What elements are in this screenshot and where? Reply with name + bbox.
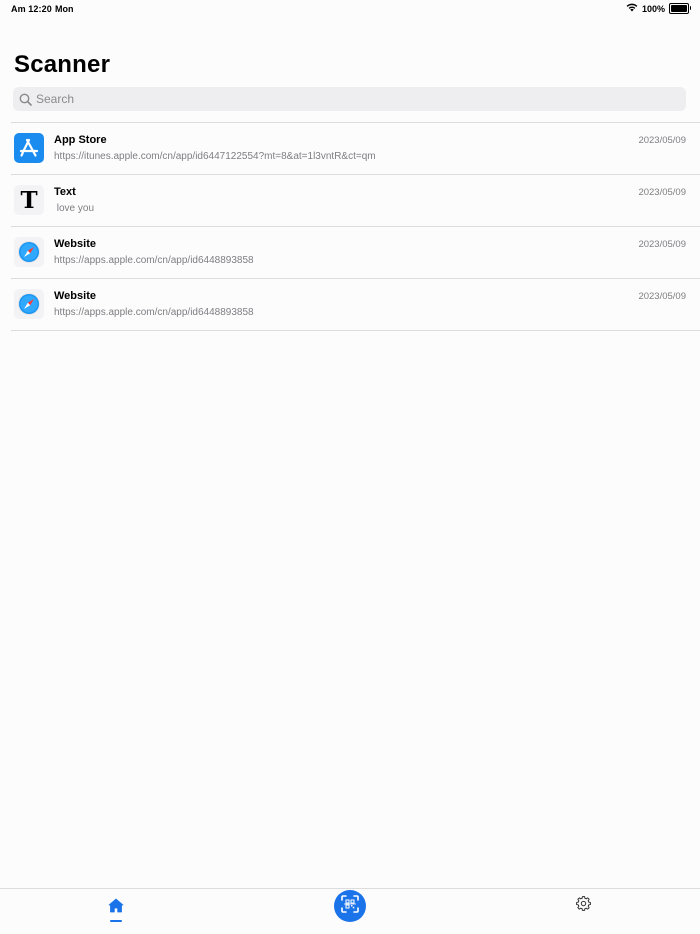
- safari-icon: [14, 237, 44, 267]
- battery-icon: [669, 3, 691, 14]
- list-item[interactable]: Website https://apps.apple.com/cn/app/id…: [11, 279, 700, 331]
- safari-icon: [14, 289, 44, 319]
- status-bar: Am 12:20 Mon 100%: [0, 0, 700, 20]
- search-bar[interactable]: [13, 87, 686, 111]
- wifi-icon: [626, 3, 638, 14]
- item-title: App Store: [54, 134, 107, 146]
- tab-home[interactable]: [104, 898, 128, 922]
- home-icon: [108, 898, 124, 918]
- item-date: 2023/05/09: [638, 135, 686, 146]
- item-title: Website: [54, 290, 96, 302]
- list-item[interactable]: T Text love you 2023/05/09: [11, 175, 700, 227]
- item-url: https://itunes.apple.com/cn/app/id644712…: [54, 151, 376, 162]
- tab-settings[interactable]: [575, 896, 591, 916]
- tab-bar: [0, 888, 700, 934]
- item-date: 2023/05/09: [638, 291, 686, 302]
- item-content: love you: [54, 203, 95, 214]
- selected-tab-indicator: [110, 920, 122, 922]
- list-item[interactable]: Website https://apps.apple.com/cn/app/id…: [11, 227, 700, 279]
- item-date: 2023/05/09: [638, 239, 686, 250]
- item-url: https://apps.apple.com/cn/app/id64488938…: [54, 307, 254, 318]
- item-date: 2023/05/09: [638, 187, 686, 198]
- search-input[interactable]: [36, 92, 636, 106]
- scanner-screen: Am 12:20 Mon 100% Scanner Search App Sto…: [0, 0, 700, 934]
- text-icon: T: [14, 185, 44, 215]
- status-time: Am 12:20: [11, 4, 52, 14]
- gear-icon: [575, 896, 591, 916]
- list-item[interactable]: App Store https://itunes.apple.com/cn/ap…: [11, 123, 700, 175]
- status-indicators: 100%: [626, 3, 691, 14]
- item-url: https://apps.apple.com/cn/app/id64488938…: [54, 255, 254, 266]
- history-list: App Store https://itunes.apple.com/cn/ap…: [11, 122, 700, 331]
- battery-percent: 100%: [641, 3, 665, 14]
- scan-button[interactable]: [334, 890, 366, 922]
- qr-scan-icon: [341, 894, 359, 918]
- item-title: Text: [54, 186, 76, 198]
- app-store-icon: [14, 133, 44, 163]
- item-title: Website: [54, 238, 96, 250]
- search-icon: [19, 92, 33, 106]
- page-title: Scanner: [14, 51, 111, 78]
- status-day: Mon: [55, 4, 74, 14]
